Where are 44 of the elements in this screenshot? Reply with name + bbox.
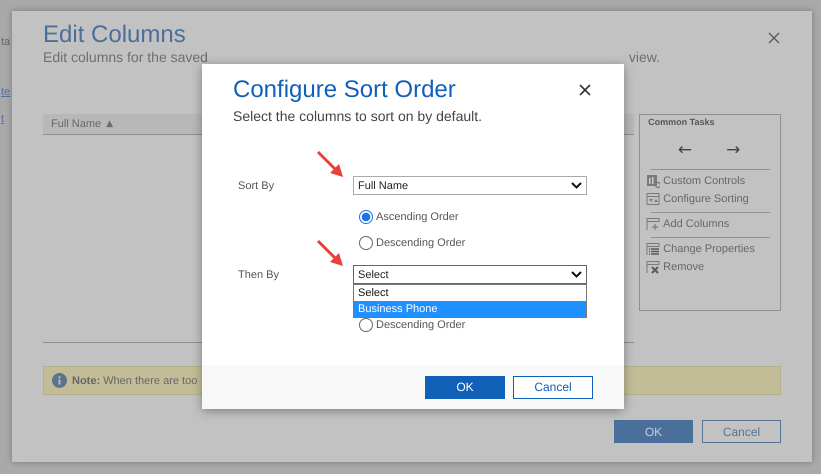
radio-option[interactable]: Ascending Order [359, 208, 459, 226]
controls-gear-icon [646, 174, 660, 188]
radio-option[interactable]: Descending Order [359, 234, 466, 252]
task-item[interactable]: Change Properties [646, 242, 770, 256]
cancel-button[interactable]: Cancel [513, 376, 593, 398]
dropdown-option[interactable]: Business Phone [354, 301, 586, 317]
cell-text: ta [0, 36, 12, 50]
table-add-icon [646, 217, 660, 231]
dialog-subtitle: Select the columns to sort on by default. [232, 108, 484, 124]
dropdown-field[interactable]: Full Name [353, 176, 587, 195]
task-item[interactable]: Add Columns [646, 217, 770, 231]
close-icon [768, 32, 780, 44]
callout-arrow-icon [316, 150, 344, 178]
info-icon [52, 373, 67, 388]
dialog-subtitle: Edit columns for the saved [43, 49, 208, 65]
move-left-button[interactable]: ← [678, 140, 692, 160]
link[interactable]: t [0, 113, 12, 129]
panel-title: Common Tasks [648, 117, 716, 127]
ok-button[interactable]: OK [614, 420, 693, 443]
table-list-icon [646, 242, 660, 256]
dropdown-option[interactable]: Select [354, 285, 586, 301]
table-remove-icon [646, 260, 660, 274]
dialog-title: Configure Sort Order [233, 76, 456, 104]
callout-arrow-icon [316, 239, 344, 267]
field-label: Sort By [238, 180, 276, 192]
sort-indicator: ▲ [106, 119, 114, 129]
close-icon [579, 84, 591, 96]
link[interactable]: te [0, 86, 12, 102]
chevron-down-icon [571, 271, 582, 278]
column-header[interactable]: Full Name [51, 118, 102, 130]
dialog-title: Edit Columns [43, 21, 186, 49]
task-item[interactable]: Custom Controls [646, 174, 770, 188]
cancel-button[interactable]: Cancel [702, 420, 781, 443]
move-right-button[interactable]: → [726, 140, 740, 160]
chevron-down-icon [571, 182, 582, 189]
dialog-subtitle: view. [628, 49, 660, 65]
table-sort-icon [646, 192, 660, 206]
task-item[interactable]: Configure Sorting [646, 192, 770, 206]
field-label: Then By [238, 268, 280, 280]
note-text: Note: When there are too [72, 374, 198, 386]
radio-option[interactable]: Descending Order [359, 316, 466, 334]
dropdown-field[interactable]: Select [353, 265, 587, 284]
task-item[interactable]: Remove [646, 260, 770, 274]
ok-button[interactable]: OK [425, 376, 505, 398]
